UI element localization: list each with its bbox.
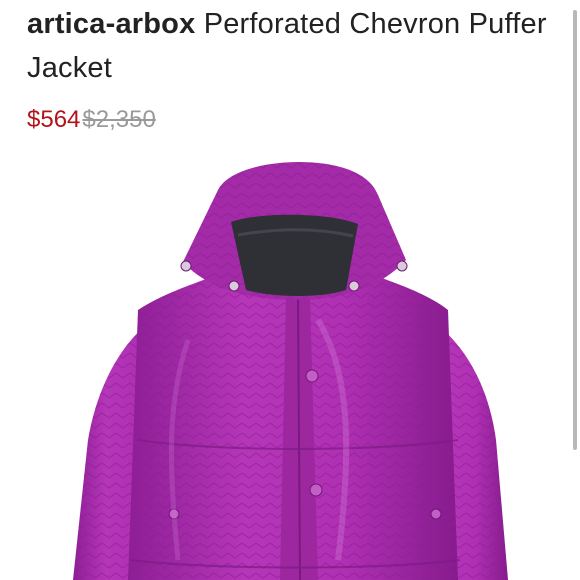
snap-button — [180, 260, 192, 272]
original-price: $2,350 — [82, 106, 156, 133]
scrollbar[interactable] — [573, 10, 577, 450]
collar-lining — [231, 214, 358, 296]
snap-button — [396, 260, 408, 272]
snap-button — [309, 483, 323, 497]
snap-button — [305, 369, 319, 383]
product-title: artica-arbox Perforated Chevron Puffer J… — [27, 2, 547, 90]
snap-button — [430, 508, 442, 520]
brand-name[interactable]: artica-arbox — [27, 8, 195, 40]
product-image[interactable] — [18, 140, 572, 580]
snap-button — [228, 280, 240, 292]
sale-price: $564 — [27, 106, 81, 133]
snap-button — [348, 280, 360, 292]
price-row: $564$2,350 — [27, 104, 156, 136]
